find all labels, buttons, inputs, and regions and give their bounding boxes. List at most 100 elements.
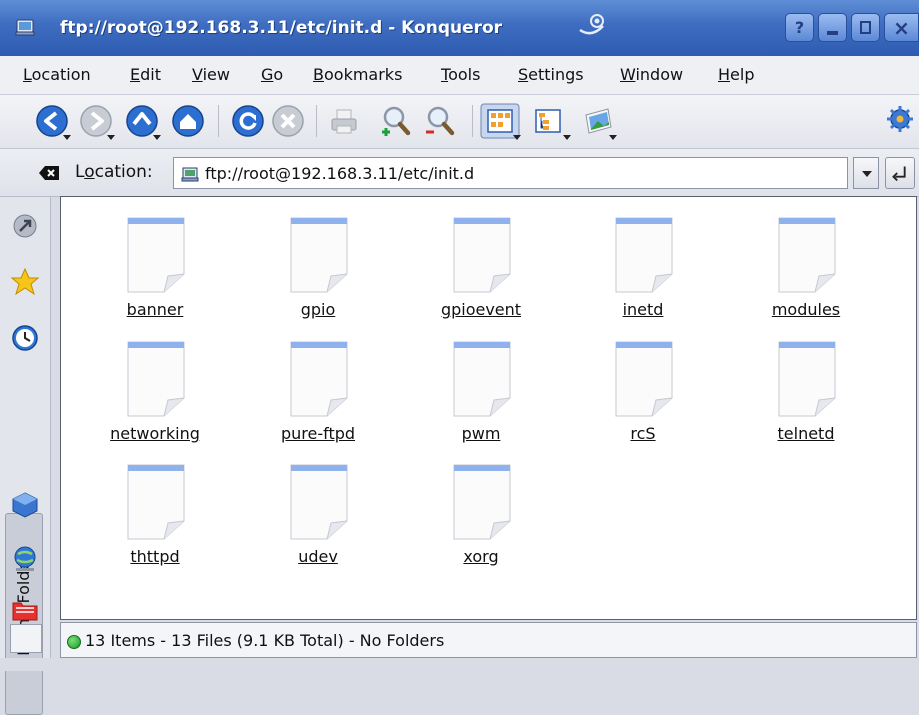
home-folder-tab-icon[interactable] [10, 490, 40, 520]
print-icon[interactable] [326, 103, 362, 139]
file-item[interactable]: rcS [568, 340, 718, 460]
toolbar-separator [472, 105, 473, 137]
home-icon[interactable] [170, 103, 206, 139]
minimize-icon [827, 31, 838, 35]
menu-view-label: iew [202, 65, 230, 84]
forward-icon[interactable] [78, 103, 114, 139]
menu-settings-accel: S [518, 65, 529, 84]
file-name[interactable]: thttpd [80, 547, 230, 566]
file-name[interactable]: gpioevent [406, 300, 556, 319]
file-item[interactable]: pure-ftpd [243, 340, 393, 460]
image-viewer-dropdown-icon[interactable] [609, 135, 617, 140]
file-item[interactable]: udev [243, 463, 393, 583]
menu-settings-label: ettings [528, 65, 584, 84]
file-name[interactable]: inetd [568, 300, 718, 319]
file-name[interactable]: modules [731, 300, 881, 319]
file-name[interactable]: banner [80, 300, 230, 319]
configure-icon[interactable] [884, 103, 916, 139]
back-dropdown-icon[interactable] [63, 135, 71, 140]
file-item[interactable]: modules [731, 216, 881, 336]
file-item[interactable]: gpio [243, 216, 393, 336]
file-item[interactable]: pwm [406, 340, 556, 460]
file-name[interactable]: telnetd [731, 424, 881, 443]
view-mode-dropdown-icon[interactable] [513, 135, 521, 140]
maximize-icon [860, 21, 871, 34]
up-dropdown-icon[interactable] [153, 135, 161, 140]
text-file-icon [778, 217, 836, 293]
network-icon[interactable] [10, 544, 40, 574]
zoom-in-icon[interactable] [378, 103, 414, 139]
menu-edit-label: dit [140, 65, 161, 84]
menu-go-label: o [273, 65, 284, 84]
file-icon-view[interactable]: banner gpio gpioevent inetd modules netw… [60, 196, 917, 620]
stop-icon[interactable] [270, 103, 306, 139]
file-name[interactable]: pwm [406, 424, 556, 443]
close-button[interactable]: × [884, 13, 919, 42]
menu-help-label: elp [730, 65, 755, 84]
reload-icon[interactable] [230, 103, 266, 139]
menu-go[interactable]: Go [261, 65, 283, 84]
zoom-out-icon[interactable] [422, 103, 458, 139]
menu-edit[interactable]: Edit [130, 65, 161, 84]
location-label-accel: o [84, 162, 95, 182]
maximize-button[interactable] [851, 13, 880, 42]
menu-window[interactable]: Window [620, 65, 683, 84]
menu-view[interactable]: View [192, 65, 230, 84]
help-label: ? [794, 18, 805, 37]
file-item[interactable]: telnetd [731, 340, 881, 460]
up-icon[interactable] [124, 103, 160, 139]
menu-settings[interactable]: Settings [518, 65, 584, 84]
file-name[interactable]: xorg [406, 547, 556, 566]
file-item[interactable]: gpioevent [406, 216, 556, 336]
text-file-icon [127, 464, 185, 540]
title-bar[interactable]: ftp://root@192.168.3.11/etc/init.d - Kon… [0, 0, 919, 57]
file-item[interactable]: networking [80, 340, 230, 460]
root-folder-icon[interactable] [10, 595, 40, 625]
file-item[interactable]: inetd [568, 216, 718, 336]
sidebar-config-button[interactable] [10, 624, 42, 653]
bookmarks-icon[interactable] [10, 267, 40, 297]
location-history-dropdown[interactable] [853, 157, 879, 189]
app-icon[interactable] [14, 16, 36, 38]
file-name[interactable]: pure-ftpd [243, 424, 393, 443]
window-title: ftp://root@192.168.3.11/etc/init.d - Kon… [60, 18, 503, 38]
location-label-suffix: cation: [94, 162, 153, 182]
file-name[interactable]: rcS [568, 424, 718, 443]
minimize-button[interactable] [818, 13, 847, 42]
menu-tools[interactable]: Tools [441, 65, 480, 84]
file-item[interactable]: banner [80, 216, 230, 336]
text-file-icon [453, 464, 511, 540]
tree-view-icon[interactable] [530, 103, 566, 139]
close-icon: × [893, 16, 910, 40]
menu-window-accel: W [620, 65, 636, 84]
location-label: Location: [75, 162, 153, 182]
menu-help[interactable]: Help [718, 65, 754, 84]
go-icon[interactable] [885, 157, 915, 189]
help-button[interactable]: ? [785, 13, 814, 42]
file-item[interactable]: thttpd [80, 463, 230, 583]
menu-bookmarks[interactable]: Bookmarks [313, 65, 402, 84]
menu-help-accel: H [718, 65, 731, 84]
tree-view-dropdown-icon[interactable] [563, 135, 571, 140]
location-label-prefix: L [75, 162, 85, 182]
history-icon[interactable] [10, 323, 40, 353]
connection-status-icon [67, 635, 81, 649]
forward-dropdown-icon[interactable] [107, 135, 115, 140]
image-viewer-icon[interactable] [580, 103, 616, 139]
menu-bookmarks-accel: B [313, 65, 324, 84]
back-icon[interactable] [34, 103, 70, 139]
clear-location-icon[interactable] [38, 165, 60, 181]
konqueror-logo-icon [579, 14, 604, 35]
menu-window-label: indow [635, 65, 684, 84]
status-text: 13 Items - 13 Files (9.1 KB Total) - No … [85, 631, 445, 650]
location-combobox[interactable] [173, 157, 848, 189]
services-icon[interactable] [10, 211, 40, 241]
ftp-site-icon [181, 167, 199, 182]
file-item[interactable]: xorg [406, 463, 556, 583]
file-name[interactable]: networking [80, 424, 230, 443]
location-input[interactable] [205, 162, 835, 184]
menu-location[interactable]: Location [23, 65, 91, 84]
icon-view-icon[interactable] [480, 103, 520, 139]
file-name[interactable]: gpio [243, 300, 393, 319]
file-name[interactable]: udev [243, 547, 393, 566]
